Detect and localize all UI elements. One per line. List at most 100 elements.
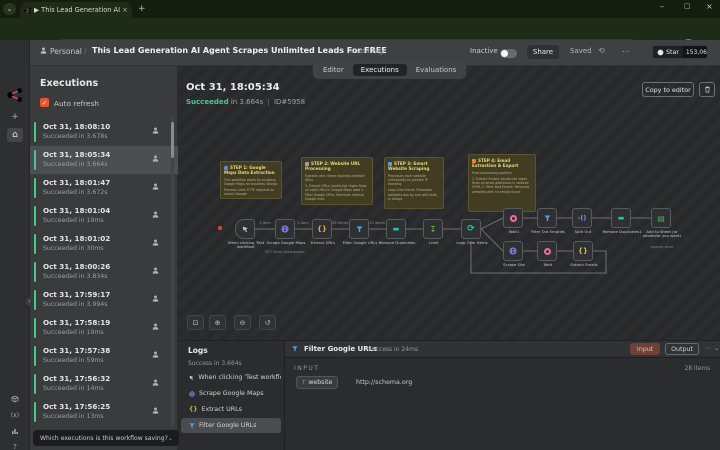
execution-row[interactable]: Oct 31, 18:01:04 Succeeded in 19ms [30,202,178,230]
funnel-icon [292,346,298,352]
reset-zoom-button[interactable]: ↺ [259,315,276,330]
fit-view-button[interactable]: ⊡ [187,315,204,330]
manual-run-person-icon [152,379,159,386]
node-filter-out-empties[interactable]: Filter Out Empties [531,208,565,234]
node-extract-emails[interactable]: {} Extract Emails [570,241,598,267]
auto-refresh-label: Auto refresh [54,99,99,108]
cursor-icon [242,225,248,232]
panel-more-icon[interactable]: ⋯ [705,345,711,352]
manual-run-person-icon [152,323,159,330]
node-loop-over-items[interactable]: ⟳ Loop Over Items [456,219,488,245]
tab-title: ▶ This Lead Generation AI Age [34,6,121,14]
templates-icon[interactable] [7,392,23,406]
node-wait1[interactable]: Wait1 [503,208,523,234]
execution-row[interactable]: Oct 31, 18:01:47 Succeeded in 3.672s [30,174,178,202]
execution-row-selected[interactable]: Oct 31, 18:05:34 Succeeded in 3.664s [30,146,178,174]
funnel-icon [355,225,363,232]
node-extract-urls[interactable]: {} Extract URLs [311,219,335,245]
new-tab-button[interactable]: + [138,4,146,14]
string-type-icon: T [302,379,306,386]
assistant-suggestion-bar[interactable]: Which executions is this workflow saving… [33,430,179,446]
globe-icon [281,225,289,233]
n8n-favicon-icon [24,6,31,14]
logs-title: Logs [188,346,208,355]
active-toggle[interactable] [500,49,517,58]
execution-row[interactable]: Oct 31, 17:56:25 Succeeded in 13ms [30,398,178,426]
loop-icon: ⟳ [467,224,475,234]
workflow-canvas[interactable]: Oct 31, 18:05:34 Succeeded in 3.664s | I… [178,66,720,340]
node-when-clicking-test-workflow[interactable]: When clicking 'Test workflow' [228,219,264,249]
breadcrumb-project[interactable]: Personal [50,47,82,56]
execution-row[interactable]: Oct 31, 18:00:26 Succeeded in 3.834s [30,258,178,286]
workflow-title[interactable]: This Lead Generation AI Agent Scrapes Un… [92,46,387,55]
node-scrape-site[interactable]: Scrape Site [503,241,525,267]
new-workflow-button[interactable]: + [7,110,23,124]
log-entry-selected[interactable]: Filter Google URLs [181,418,281,433]
log-entry[interactable]: {} Extract URLs [181,402,281,417]
node-remove-duplicates[interactable]: ▬ Remove Duplicates [379,219,415,245]
variables-icon[interactable]: (x) [7,408,23,422]
node-split-out[interactable]: -() Split Out [572,208,592,234]
output-tab-button[interactable]: Output [665,343,699,355]
zoom-in-button[interactable]: ⊕ [209,315,226,330]
tab-executions[interactable]: Executions [352,63,407,76]
window-minimize-button[interactable]: – [660,2,664,11]
node-scrape-google-maps[interactable]: Scrape Google Maps GET: https://www.goog… [265,219,307,254]
execution-row[interactable]: Oct 31, 18:01:02 Succeeded in 30ms [30,230,178,258]
node-add-to-sheet[interactable]: ▤ Add to Sheet (or whatever you want) ap… [643,208,681,249]
items-count: 28 items [684,366,710,372]
share-button[interactable]: Share [527,45,559,59]
code-braces-icon: {} [317,225,327,233]
execution-row[interactable]: Oct 31, 17:58:19 Succeeded in 19ms [30,314,178,342]
funnel-icon [543,214,551,221]
insights-icon[interactable] [7,424,23,438]
node-remove-duplicates1[interactable]: ▬ Remove Duplicates1 [602,208,642,234]
manual-run-person-icon [152,155,159,162]
logs-summary: Success in 3.664s [188,360,242,367]
input-field-pill[interactable]: T website [296,376,339,389]
node-connections [255,217,651,274]
more-options-icon[interactable]: ⋯ [622,47,630,56]
limit-icon: ↧ [429,224,437,234]
tab-evaluations[interactable]: Evaluations [408,64,465,76]
log-detail-title: Filter Google URLs [304,345,378,353]
field-key: website [308,379,333,386]
tab-search-button[interactable]: ⌄ [3,3,16,15]
tab-editor[interactable]: Editor [315,64,352,76]
executions-sidebar: Executions ✓ Auto refresh Oct 31, 18:08:… [30,66,198,450]
browser-tab[interactable]: ▶ This Lead Generation AI Age × [20,2,132,18]
auto-refresh-checkbox[interactable]: ✓ [40,98,49,107]
github-icon [657,49,664,55]
help-icon[interactable]: ? [7,440,23,450]
execution-row[interactable]: Oct 31, 17:59:17 Succeeded in 3.994s [30,286,178,314]
window-close-button[interactable]: × [706,2,713,11]
overview-home-icon[interactable]: ⌂ [7,128,23,142]
wait-ring-icon [543,247,551,255]
node-limit[interactable]: ↧ Limit [423,219,443,245]
project-person-icon [40,47,47,54]
execution-row[interactable]: Oct 31, 17:57:38 Succeeded in 59ms [30,342,178,370]
assistant-question: Which executions is this workflow saving… [40,434,168,442]
history-icon[interactable]: ⟲ [598,46,605,55]
wire-label: 1 item [259,221,271,225]
execution-row[interactable]: Oct 31, 18:08:10 Succeeded in 3.678s [30,118,178,146]
tab-close-icon[interactable]: × [122,6,128,14]
input-tab-button[interactable]: Input [630,343,660,355]
window-maximize-button[interactable]: ▢ [684,2,691,10]
log-entry[interactable]: Scrape Google Maps [181,386,281,401]
log-entry[interactable]: When clicking 'Test workflo… [181,370,281,385]
dedupe-icon: ▬ [392,225,400,233]
node-wait[interactable]: Wait [537,241,557,267]
add-tag-button[interactable]: + Add tag [348,47,383,55]
zoom-out-button[interactable]: ⊖ [234,315,251,330]
execution-row[interactable]: Oct 31, 17:56:32 Succeeded in 14ms [30,370,178,398]
scrollbar-thumb[interactable] [171,122,174,158]
code-braces-icon: {} [578,247,588,255]
manual-run-person-icon [152,211,159,218]
node-filter-google-urls[interactable]: Filter Google URLs [343,219,377,245]
manual-run-person-icon [152,407,159,414]
github-star-widget[interactable]: Star 153,066 [652,45,708,59]
wait-ring-icon [509,214,517,222]
screen: ⌄ ▶ This Lead Generation AI Age × + – ▢ … [0,0,720,450]
panel-collapse-icon[interactable]: ⌄ [714,345,719,352]
